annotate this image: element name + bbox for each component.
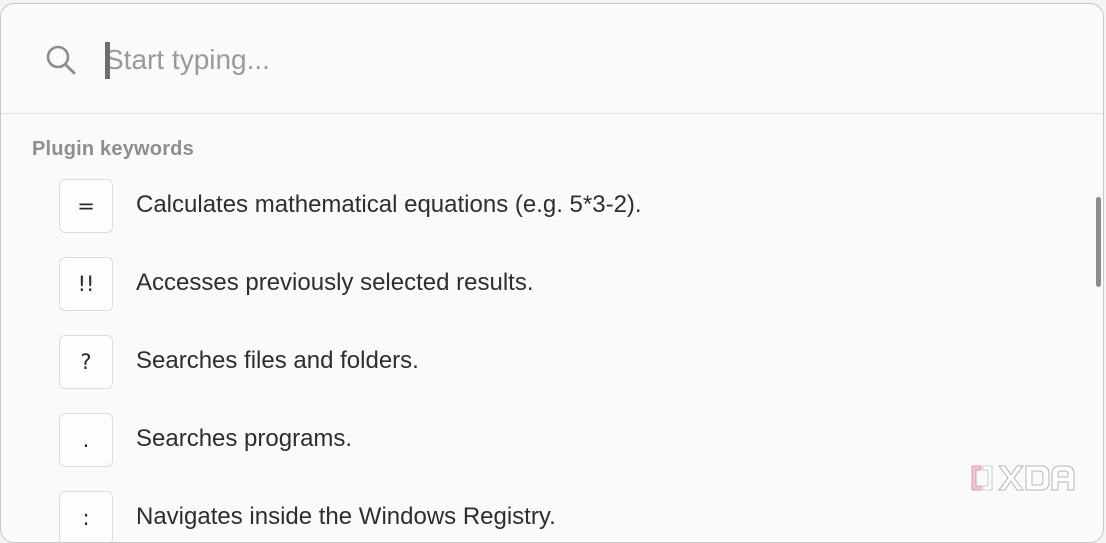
keyword-badge: = bbox=[59, 179, 113, 233]
list-item-calculator[interactable]: = Calculates mathematical equations (e.g… bbox=[59, 179, 1059, 235]
search-bar bbox=[1, 4, 1103, 114]
keyword-description: Calculates mathematical equations (e.g. … bbox=[136, 191, 642, 218]
list-item-program-search[interactable]: . Searches programs. bbox=[59, 413, 1059, 469]
keyword-description: Navigates inside the Windows Registry. bbox=[136, 503, 556, 530]
keyword-description: Searches programs. bbox=[136, 425, 353, 452]
keyword-badge: !! bbox=[59, 257, 113, 311]
powertoys-run-window: Plugin keywords = Calculates mathematica… bbox=[0, 3, 1104, 543]
list-item-registry[interactable]: : Navigates inside the Windows Registry. bbox=[59, 491, 1059, 542]
search-icon bbox=[46, 45, 76, 75]
list-item-file-search[interactable]: ? Searches files and folders. bbox=[59, 335, 1059, 391]
list-item-history[interactable]: !! Accesses previously selected results. bbox=[59, 257, 1059, 313]
plugin-keywords-header: Plugin keywords bbox=[32, 138, 194, 160]
xda-logo bbox=[971, 465, 1075, 491]
search-input[interactable] bbox=[105, 34, 1005, 86]
keyword-badge: ? bbox=[59, 335, 113, 389]
text-caret bbox=[105, 42, 110, 79]
scrollbar-thumb[interactable] bbox=[1096, 197, 1101, 287]
keyword-badge: : bbox=[59, 491, 113, 542]
keyword-description: Accesses previously selected results. bbox=[136, 269, 534, 296]
keyword-description: Searches files and folders. bbox=[136, 347, 419, 374]
keyword-badge: . bbox=[59, 413, 113, 467]
